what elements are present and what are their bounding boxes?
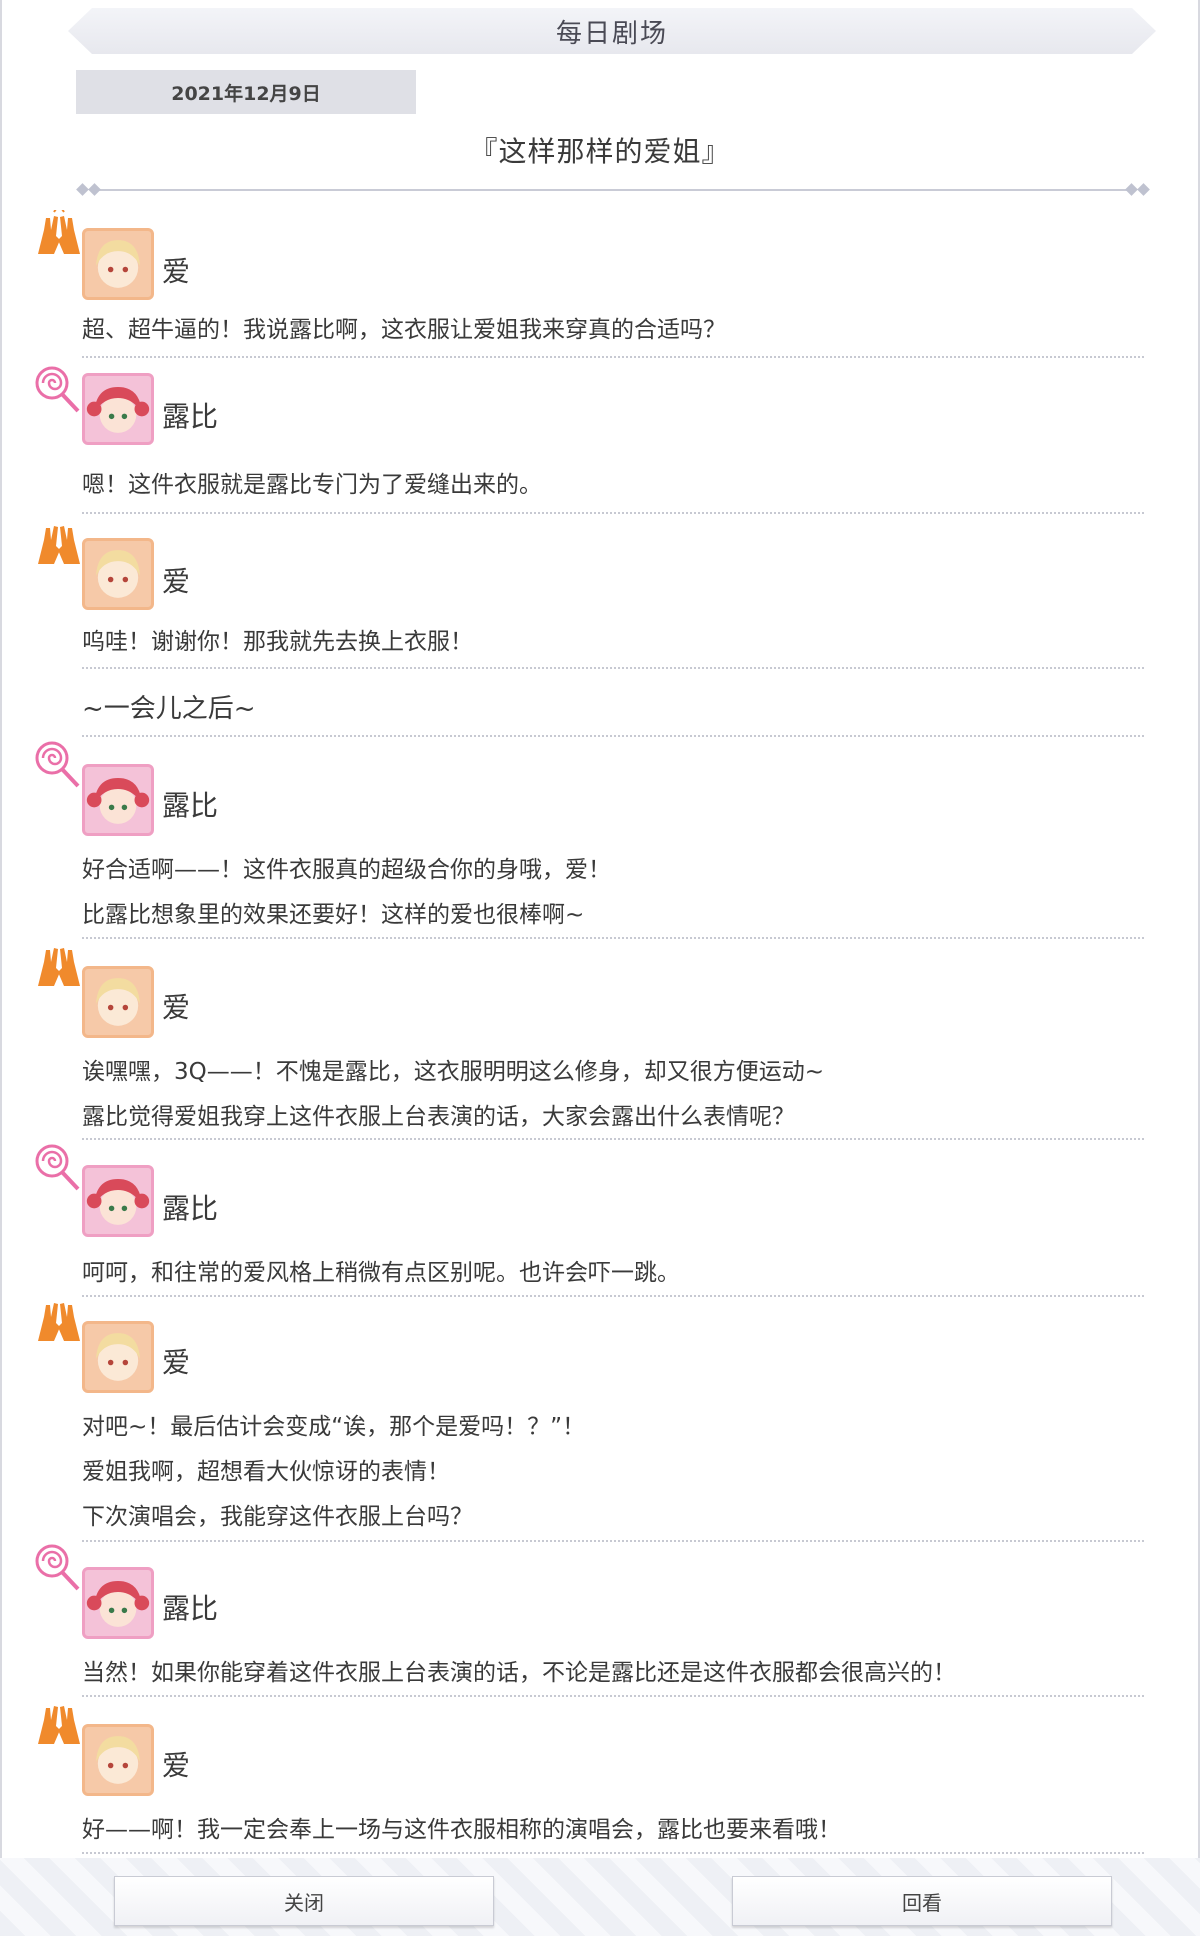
speaker-name: 爱: [162, 991, 191, 1024]
speaker-name: 爱: [162, 565, 191, 598]
header-title: 每日剧场: [555, 18, 668, 49]
avatar-rubi: [82, 1165, 154, 1237]
dotted-divider: [82, 1295, 1144, 1297]
speaker-name: 露比: [162, 400, 219, 433]
dialogue-line: 比露比想象里的效果还要好！这样的爱也很棒啊~: [82, 902, 585, 928]
high-five-hands-icon: [38, 526, 80, 564]
dialogue-line: 当然！如果你能穿着这件衣服上台表演的话，不论是露比还是这件衣服都会很高兴的！: [82, 1660, 956, 1686]
close-button[interactable]: 关闭: [114, 1876, 494, 1926]
dialogue-line: 超、超牛逼的！我说露比啊，这衣服让爱姐我来穿真的合适吗？: [82, 317, 726, 343]
title-divider: [76, 183, 1150, 196]
avatar-ai: [82, 538, 154, 610]
avatar-rubi: [82, 373, 154, 445]
high-five-hands-icon: [38, 948, 80, 986]
dialogue-line: 对吧~！最后估计会变成“诶，那个是爱吗！？”！: [82, 1414, 586, 1440]
avatar-ai: [82, 1724, 154, 1796]
high-five-hands-icon: [38, 1303, 80, 1341]
speaker-name: 爱: [162, 1346, 191, 1379]
dialogue-line: 爱姐我啊，超想看大伙惊讶的表情！: [82, 1459, 450, 1485]
story-title: 『这样那样的爱姐』: [469, 135, 731, 168]
dotted-divider: [82, 1695, 1144, 1697]
window-frame: [0, 0, 1200, 1936]
avatar-rubi: [82, 764, 154, 836]
dialogue-line: 呜哇！谢谢你！那我就先去换上衣服！: [82, 629, 473, 655]
dialogue-line: 好合适啊——！这件衣服真的超级合你的身哦，爱！: [82, 857, 611, 883]
story-date: 2021年12月9日: [171, 82, 321, 105]
dotted-divider: [82, 1138, 1144, 1140]
dialogue-line: 好——啊！我一定会奉上一场与这件衣服相称的演唱会，露比也要来看哦！: [82, 1817, 841, 1843]
dotted-divider: [82, 356, 1144, 358]
lollipop-icon: [35, 366, 80, 413]
avatar-ai: [82, 966, 154, 1038]
high-five-hands-icon: [38, 210, 80, 254]
lollipop-icon: [35, 741, 80, 788]
speaker-name: 露比: [162, 1192, 219, 1225]
dotted-divider: [82, 512, 1144, 514]
dialogue-line: 露比觉得爱姐我穿上这件衣服上台表演的话，大家会露出什么表情呢？: [82, 1104, 795, 1130]
dotted-divider: [82, 1852, 1144, 1854]
speaker-name: 爱: [162, 255, 191, 288]
dotted-divider: [82, 735, 1144, 737]
dotted-divider: [82, 1540, 1144, 1542]
dialogue-line: 下次演唱会，我能穿这件衣服上台吗？: [82, 1504, 473, 1530]
lollipop-icon: [35, 1544, 80, 1591]
avatar-ai: [82, 228, 154, 300]
scene-transition-text: ~一会儿之后~: [82, 694, 256, 724]
dialogue-line: 诶嘿嘿，3Q——！不愧是露比，这衣服明明这么修身，却又很方便运动~: [82, 1059, 825, 1085]
date-label-box: 2021年12月9日: [76, 70, 416, 114]
dialogue-line: 嗯！这件衣服就是露比专门为了爱缝出来的。: [82, 472, 542, 498]
dotted-divider: [82, 667, 1144, 669]
dotted-divider: [82, 937, 1144, 939]
header-banner: 每日剧场: [68, 8, 1156, 54]
replay-button[interactable]: 回看: [732, 1876, 1112, 1926]
avatar-ai: [82, 1321, 154, 1393]
avatar-rubi: [82, 1567, 154, 1639]
dialogue-line: 呵呵，和往常的爱风格上稍微有点区别呢。也许会吓一跳。: [82, 1260, 680, 1286]
speaker-name: 爱: [162, 1749, 191, 1782]
lollipop-icon: [35, 1144, 80, 1191]
speaker-name: 露比: [162, 1592, 219, 1625]
speaker-name: 露比: [162, 789, 219, 822]
high-five-hands-icon: [38, 1706, 80, 1744]
